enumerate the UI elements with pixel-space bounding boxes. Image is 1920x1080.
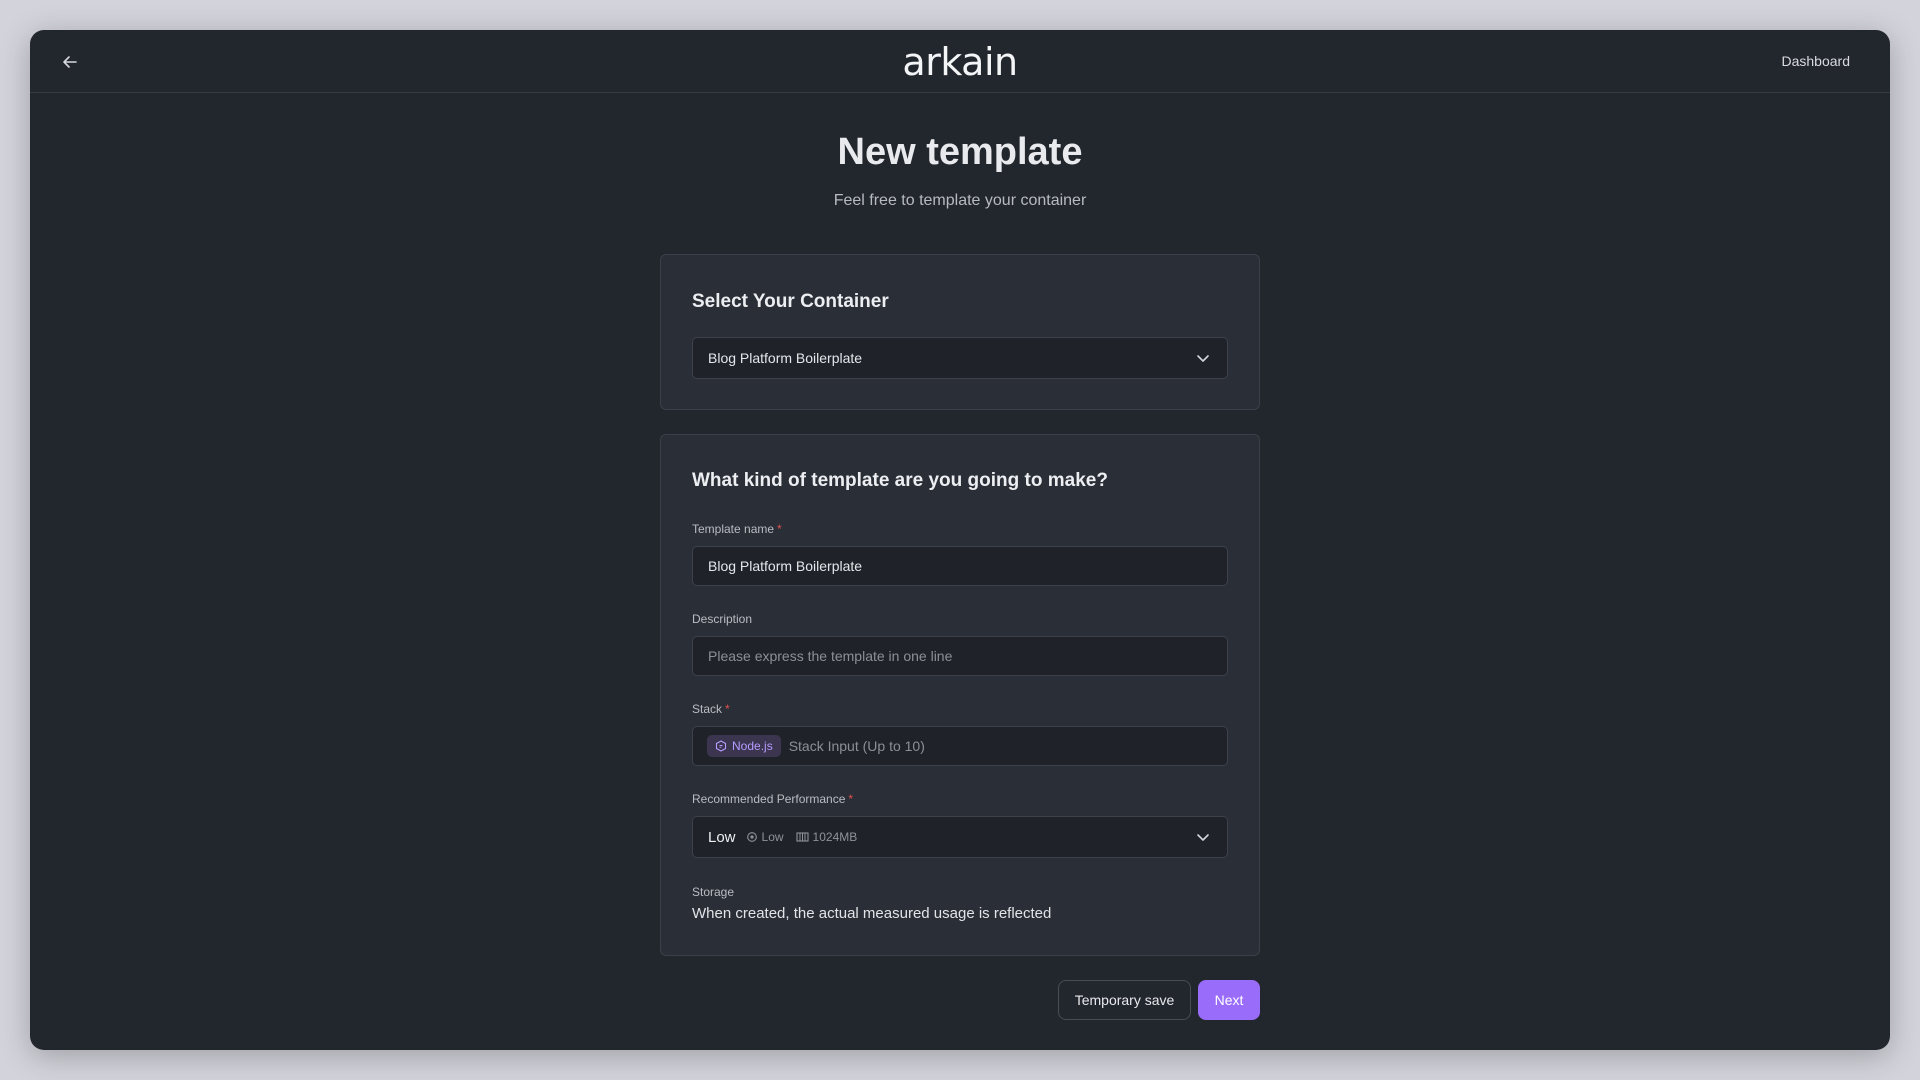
- template-name-field[interactable]: [692, 546, 1228, 586]
- memory-spec-value: 1024MB: [812, 830, 858, 844]
- storage-label: Storage: [692, 885, 735, 899]
- logo[interactable]: arkain: [902, 40, 1018, 84]
- performance-label: Recommended Performance *: [692, 792, 853, 806]
- description-field[interactable]: [692, 636, 1228, 676]
- template-details-title: What kind of template are you going to m…: [692, 470, 1108, 491]
- container-select-value: Blog Platform Boilerplate: [708, 350, 863, 366]
- template-name-label: Template name *: [692, 522, 782, 536]
- top-bar: arkain Dashboard: [30, 30, 1890, 93]
- stack-input[interactable]: [788, 738, 1212, 754]
- required-marker: *: [848, 792, 854, 806]
- stack-chip-nodejs[interactable]: Node.js: [707, 735, 781, 757]
- template-details-card: What kind of template are you going to m…: [660, 434, 1260, 956]
- required-marker: *: [777, 522, 782, 536]
- arrow-left-icon: [63, 56, 77, 68]
- cpu-icon: [746, 832, 757, 842]
- next-button[interactable]: Next: [1198, 980, 1260, 1020]
- chevron-down-icon: [1197, 355, 1209, 362]
- app-window: arkain Dashboard New template Feel free …: [30, 30, 1890, 1050]
- back-button[interactable]: [58, 50, 82, 74]
- cpu-spec: Low: [746, 830, 784, 844]
- performance-value: Low: [708, 828, 736, 846]
- dashboard-link[interactable]: Dashboard: [1782, 53, 1851, 69]
- performance-select[interactable]: Low Low 1024MB: [692, 816, 1228, 858]
- cpu-spec-value: Low: [761, 830, 784, 844]
- memory-icon: [795, 832, 809, 842]
- container-select[interactable]: Blog Platform Boilerplate: [692, 337, 1228, 379]
- page-subtitle: Feel free to template your container: [833, 192, 1087, 209]
- stack-label-text: Stack: [692, 702, 723, 716]
- template-name-label-text: Template name: [692, 522, 775, 536]
- required-marker: *: [725, 702, 730, 716]
- memory-spec: 1024MB: [795, 830, 858, 844]
- select-container-title: Select Your Container: [692, 291, 889, 312]
- performance-label-text: Recommended Performance: [692, 792, 846, 806]
- description-label: Description: [692, 612, 753, 626]
- description-input[interactable]: [708, 648, 1212, 664]
- storage-value: When created, the actual measured usage …: [692, 905, 1052, 922]
- chevron-down-icon: [1197, 834, 1209, 841]
- temporary-save-button[interactable]: Temporary save: [1058, 980, 1191, 1020]
- stack-field[interactable]: Node.js: [692, 726, 1228, 766]
- nodejs-icon: [715, 740, 727, 752]
- template-name-input[interactable]: [708, 558, 1212, 574]
- stack-label: Stack *: [692, 702, 730, 716]
- page-title: New template: [837, 131, 1083, 173]
- stack-chip-label: Node.js: [732, 739, 773, 753]
- select-container-card: Select Your Container Blog Platform Boil…: [660, 254, 1260, 410]
